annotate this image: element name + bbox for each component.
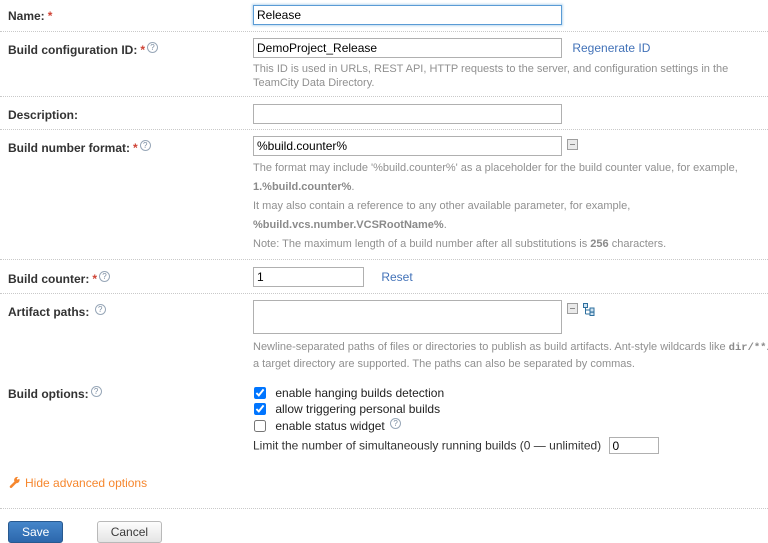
insert-parameter-icon[interactable] (567, 139, 578, 150)
hanging-builds-checkbox[interactable] (254, 387, 266, 399)
hide-advanced-options-link[interactable]: Hide advanced options (8, 476, 147, 490)
artifact-paths-label: Artifact paths: ? (8, 300, 253, 319)
personal-builds-checkbox[interactable] (254, 403, 266, 415)
limit-builds-label: Limit the number of simultaneously runni… (253, 439, 601, 453)
name-label: Name:* (8, 5, 253, 23)
row-build-number-format: Build number format:*? The format may in… (0, 130, 768, 259)
build-configuration-form: Name:* Build configuration ID:*? Regener… (0, 0, 768, 543)
reset-counter-link[interactable]: Reset (381, 270, 412, 284)
insert-parameter-icon[interactable] (567, 303, 578, 314)
build-number-format-help: The format may include '%build.counter%'… (253, 159, 768, 254)
option-hanging-builds: enable hanging builds detection (253, 386, 768, 401)
row-build-counter: Build counter:*? Reset (0, 260, 768, 293)
advanced-options-row: Hide advanced options (8, 476, 768, 490)
option-personal-builds: allow triggering personal builds (253, 402, 768, 417)
row-description: Description: (0, 97, 768, 129)
description-label: Description: (8, 104, 253, 122)
help-icon[interactable]: ? (147, 42, 158, 53)
help-icon[interactable]: ? (99, 271, 110, 282)
name-input[interactable] (253, 5, 562, 25)
checkbox-label: allow triggering personal builds (275, 402, 440, 416)
option-status-widget: enable status widget ? (253, 418, 768, 434)
description-input[interactable] (253, 104, 562, 124)
limit-builds-input[interactable] (609, 437, 659, 454)
row-name: Name:* (0, 5, 768, 31)
save-button[interactable]: Save (8, 521, 63, 543)
help-icon[interactable]: ? (390, 418, 401, 429)
help-icon[interactable]: ? (95, 304, 106, 315)
browse-tree-icon[interactable] (583, 303, 595, 319)
build-number-format-label: Build number format:*? (8, 136, 253, 155)
required-asterisk: * (92, 272, 97, 286)
build-counter-input[interactable] (253, 267, 364, 287)
wrench-icon (8, 476, 21, 489)
row-artifact-paths: Artifact paths: ? Newline-separated path… (0, 294, 768, 378)
row-build-options: Build options:? enable hanging builds de… (0, 378, 768, 454)
checkbox-label: enable status widget (275, 419, 384, 433)
build-config-id-label: Build configuration ID:*? (8, 38, 253, 57)
build-options-label: Build options:? (8, 386, 253, 401)
footer-separator (0, 508, 768, 509)
checkbox-label: enable hanging builds detection (275, 386, 444, 400)
build-config-id-help: This ID is used in URLs, REST API, HTTP … (253, 62, 768, 90)
build-number-format-input[interactable] (253, 136, 562, 156)
row-build-config-id: Build configuration ID:*? Regenerate ID … (0, 32, 768, 96)
build-config-id-input[interactable] (253, 38, 562, 58)
regenerate-id-link[interactable]: Regenerate ID (572, 41, 650, 55)
cancel-button[interactable]: Cancel (97, 521, 162, 543)
help-icon[interactable]: ? (91, 386, 102, 397)
help-icon[interactable]: ? (140, 140, 151, 151)
limit-builds-row: Limit the number of simultaneously runni… (253, 437, 768, 454)
artifact-paths-help: Newline-separated paths of files or dire… (253, 339, 768, 372)
required-asterisk: * (133, 141, 138, 155)
artifact-paths-textarea[interactable] (253, 300, 562, 334)
required-asterisk: * (140, 43, 145, 57)
status-widget-checkbox[interactable] (254, 420, 266, 432)
build-counter-label: Build counter:*? (8, 267, 253, 286)
required-asterisk: * (48, 9, 53, 23)
button-bar: Save Cancel (8, 521, 768, 543)
